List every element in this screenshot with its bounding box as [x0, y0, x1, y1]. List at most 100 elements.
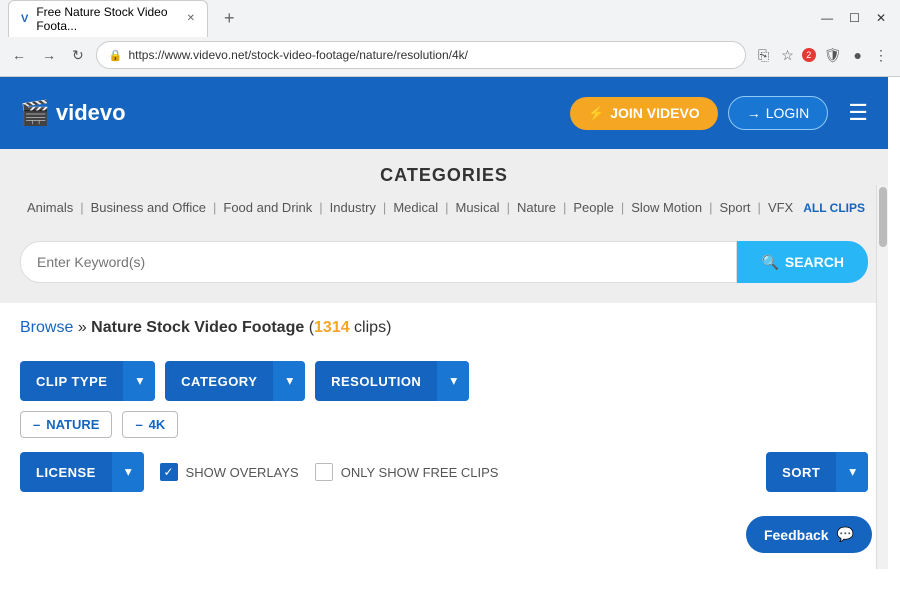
search-button[interactable]: 🔍 SEARCH — [737, 241, 868, 283]
show-overlays-toggle[interactable]: ✓ SHOW OVERLAYS — [160, 463, 299, 481]
category-food[interactable]: Food and Drink — [219, 198, 316, 217]
active-filters: – NATURE – 4K — [0, 411, 888, 438]
remove-4k-icon: – — [135, 417, 142, 432]
minimize-button[interactable]: — — [815, 9, 839, 27]
category-medical[interactable]: Medical — [389, 198, 442, 217]
login-button[interactable]: → LOGIN — [728, 96, 829, 130]
bookmark-icon[interactable]: ☆ — [777, 43, 798, 68]
lock-icon: 🔒 — [109, 49, 123, 62]
4k-tag-label: 4K — [149, 417, 166, 432]
search-input[interactable] — [20, 241, 737, 283]
shield-icon[interactable]: 🛡 — [820, 43, 846, 68]
tab-favicon: V — [21, 13, 28, 25]
feedback-button[interactable]: Feedback 💬 — [746, 516, 872, 553]
clip-type-filter[interactable]: CLIP TYPE ▾ — [20, 361, 155, 401]
back-button[interactable]: ← — [8, 43, 30, 67]
translate-icon[interactable]: ⎘ — [754, 43, 773, 68]
remove-nature-icon: – — [33, 417, 40, 432]
search-icon: 🔍 — [761, 254, 778, 271]
categories-title: CATEGORIES — [20, 165, 868, 186]
category-nature[interactable]: Nature — [513, 198, 560, 217]
browse-separator: » — [78, 319, 91, 336]
separator: | — [709, 200, 712, 215]
clip-type-label: CLIP TYPE — [20, 374, 123, 389]
maximize-button[interactable]: ☐ — [843, 9, 866, 27]
category-filter[interactable]: CATEGORY ▾ — [165, 361, 305, 401]
category-slow-motion[interactable]: Slow Motion — [627, 198, 706, 217]
resolution-arrow: ▾ — [437, 361, 469, 401]
category-sport[interactable]: Sport — [715, 198, 754, 217]
all-clips-link[interactable]: ALL CLIPS — [803, 201, 865, 215]
browse-count: (1314 clips) — [309, 319, 392, 336]
resolution-filter[interactable]: RESOLUTION ▾ — [315, 361, 469, 401]
categories-section: CATEGORIES Animals | Business and Office… — [0, 149, 888, 233]
browse-page-title: Nature Stock Video Footage — [91, 319, 304, 336]
refresh-button[interactable]: ↻ — [68, 43, 88, 68]
join-label: JOIN VIDEVO — [610, 105, 699, 121]
clip-type-arrow: ▾ — [123, 361, 155, 401]
url-text: https://www.videvo.net/stock-video-foota… — [128, 48, 468, 62]
category-industry[interactable]: Industry — [326, 198, 380, 217]
scrollbar[interactable] — [876, 185, 888, 569]
close-button[interactable]: ✕ — [870, 9, 892, 27]
free-clips-toggle[interactable]: ONLY SHOW FREE CLIPS — [315, 463, 499, 481]
sort-arrow: ▾ — [836, 452, 868, 492]
page-content: 🎬 videvo ⚡ JOIN VIDEVO → LOGIN ☰ CATEGOR… — [0, 77, 888, 569]
separator: | — [213, 200, 216, 215]
join-videvo-button[interactable]: ⚡ JOIN VIDEVO — [570, 97, 718, 130]
4k-tag[interactable]: – 4K — [122, 411, 178, 438]
category-arrow: ▾ — [273, 361, 305, 401]
category-animals[interactable]: Animals — [23, 198, 77, 217]
menu-icon[interactable]: ⋮ — [870, 43, 892, 68]
new-tab-button[interactable]: + — [216, 8, 243, 29]
tab-title: Free Nature Stock Video Foota... — [36, 5, 178, 33]
extension-badge[interactable]: 2 — [802, 48, 816, 62]
site-header: 🎬 videvo ⚡ JOIN VIDEVO → LOGIN ☰ — [0, 77, 888, 149]
browse-link[interactable]: Browse — [20, 319, 73, 336]
profile-icon[interactable]: ● — [850, 43, 866, 67]
free-clips-checkbox[interactable] — [315, 463, 333, 481]
separator: | — [383, 200, 386, 215]
separator: | — [758, 200, 761, 215]
window-controls: — ☐ ✕ — [815, 9, 892, 27]
license-filter[interactable]: LICENSE ▾ — [20, 452, 144, 492]
logo-icon: 🎬 — [20, 99, 50, 128]
nature-tag-label: NATURE — [46, 417, 99, 432]
category-musical[interactable]: Musical — [452, 198, 504, 217]
separator: | — [80, 200, 83, 215]
resolution-label: RESOLUTION — [315, 374, 437, 389]
bottom-filter-row: LICENSE ▾ ✓ SHOW OVERLAYS ONLY SHOW FREE… — [0, 452, 888, 492]
show-overlays-label: SHOW OVERLAYS — [186, 465, 299, 480]
show-overlays-checkbox[interactable]: ✓ — [160, 463, 178, 481]
search-label: SEARCH — [785, 254, 844, 270]
filter-row-1: CLIP TYPE ▾ CATEGORY ▾ RESOLUTION ▾ — [0, 361, 888, 401]
scrollbar-thumb[interactable] — [879, 187, 887, 247]
tab-close-icon[interactable]: ✕ — [187, 13, 195, 24]
separator: | — [445, 200, 448, 215]
login-icon: → — [747, 105, 761, 121]
logo-text: videvo — [56, 100, 126, 126]
address-bar[interactable]: 🔒 https://www.videvo.net/stock-video-foo… — [96, 41, 746, 69]
search-section: 🔍 SEARCH — [0, 233, 888, 303]
license-arrow: ▾ — [112, 452, 144, 492]
nature-tag[interactable]: – NATURE — [20, 411, 112, 438]
separator: | — [319, 200, 322, 215]
feedback-icon: 💬 — [837, 526, 854, 543]
forward-button[interactable]: → — [38, 43, 60, 67]
site-logo[interactable]: 🎬 videvo — [20, 99, 126, 128]
join-icon: ⚡ — [588, 105, 605, 122]
category-people[interactable]: People — [569, 198, 617, 217]
browse-title: Browse » Nature Stock Video Footage (131… — [20, 319, 868, 337]
category-label: CATEGORY — [165, 374, 273, 389]
feedback-label: Feedback — [764, 527, 829, 543]
category-vfx[interactable]: VFX — [764, 198, 797, 217]
browse-section: Browse » Nature Stock Video Footage (131… — [0, 303, 888, 347]
hamburger-icon[interactable]: ☰ — [848, 100, 868, 126]
separator: | — [507, 200, 510, 215]
browser-tab[interactable]: V Free Nature Stock Video Foota... ✕ — [8, 0, 208, 37]
sort-button[interactable]: SORT ▾ — [766, 452, 868, 492]
sort-label: SORT — [766, 465, 836, 480]
category-business[interactable]: Business and Office — [87, 198, 210, 217]
categories-list: Animals | Business and Office | Food and… — [20, 198, 868, 217]
login-label: LOGIN — [766, 105, 810, 121]
